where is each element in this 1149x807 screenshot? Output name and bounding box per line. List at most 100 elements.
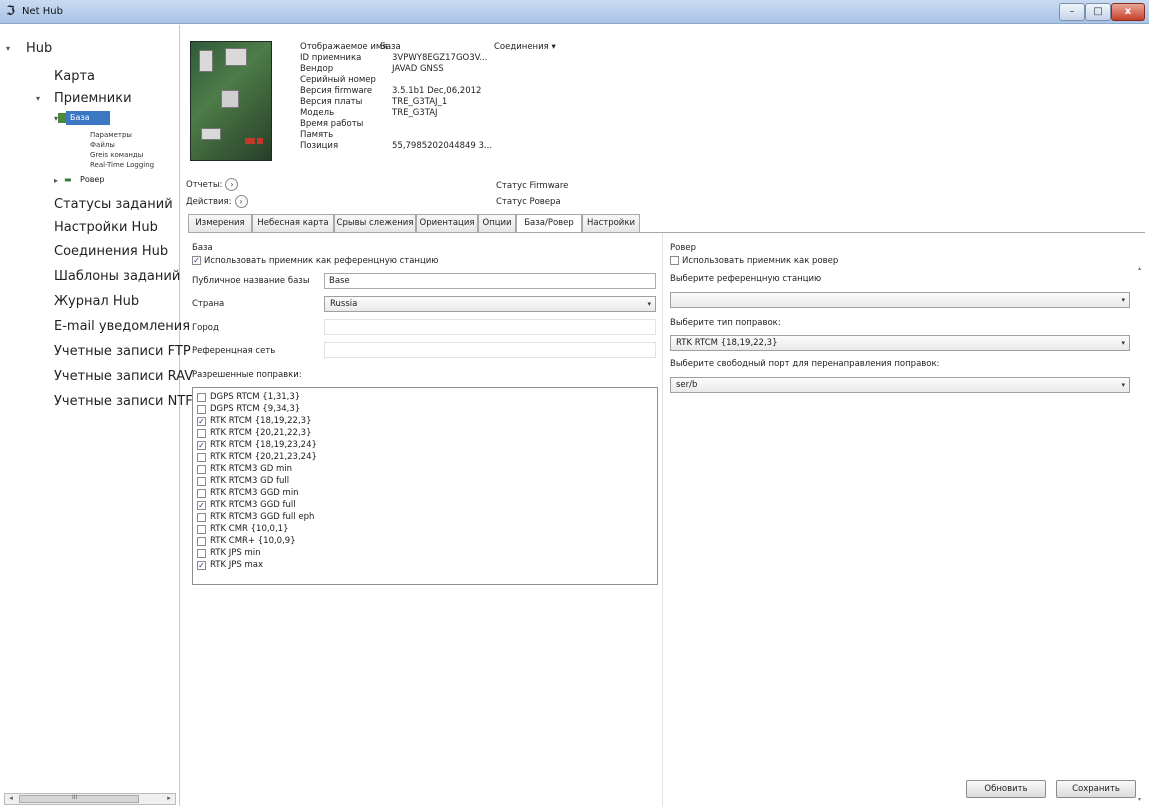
sidebar-item-realtime-logging[interactable]: Real-Time Logging xyxy=(90,161,154,169)
public-name-input[interactable]: Base xyxy=(324,273,656,289)
reports-expand-icon[interactable]: › xyxy=(225,178,239,191)
dropdown-arrow-icon[interactable]: ▾ xyxy=(647,297,651,311)
correction-checkbox[interactable] xyxy=(197,512,206,522)
sidebar-item-files[interactable]: Файлы xyxy=(90,141,115,149)
refresh-button[interactable]: Обновить xyxy=(966,780,1046,798)
use-as-reference-checkbox[interactable]: ✓ xyxy=(192,256,201,265)
correction-checkbox[interactable] xyxy=(197,488,206,498)
correction-item[interactable]: RTK CMR {10,0,1} xyxy=(197,524,288,535)
correction-checkbox[interactable] xyxy=(197,536,206,546)
correction-label: DGPS RTCM {9,34,3} xyxy=(210,404,301,414)
correction-item[interactable]: RTK JPS min xyxy=(197,548,261,559)
collapse-arrow-icon[interactable]: ▾ xyxy=(6,44,10,53)
correction-item[interactable]: RTK RTCM3 GD full xyxy=(197,476,289,487)
position-label: Позиция xyxy=(300,141,339,151)
model-value: TRE_G3TAJ xyxy=(392,108,438,118)
receiver-id-label: ID приемника xyxy=(300,53,362,63)
correction-label: RTK JPS min xyxy=(210,548,261,558)
actions-expand-icon[interactable]: › xyxy=(234,195,248,208)
use-as-rover-checkbox[interactable] xyxy=(670,256,679,265)
correction-checkbox[interactable] xyxy=(197,476,206,486)
tree-label: Hub xyxy=(26,41,53,56)
expand-arrow-icon[interactable]: ▸ xyxy=(54,176,58,185)
minimize-button[interactable]: – xyxy=(1059,3,1085,21)
free-port-select[interactable]: ser/b ▾ xyxy=(670,377,1130,393)
correction-checkbox[interactable] xyxy=(197,464,206,474)
correction-checkbox[interactable] xyxy=(197,524,206,534)
tab-sky-map[interactable]: Небесная карта xyxy=(252,214,334,232)
dropdown-arrow-icon[interactable]: ▾ xyxy=(1121,378,1125,392)
content-vertical-scrollbar[interactable]: ▴ ▾ xyxy=(1138,265,1144,803)
tab-options[interactable]: Опции xyxy=(478,214,516,232)
correction-checkbox[interactable] xyxy=(197,428,206,438)
correction-item[interactable]: DGPS RTCM {1,31,3} xyxy=(197,392,300,403)
firmware-status-label: Статус Firmware xyxy=(496,181,569,191)
country-select[interactable]: Russia ▾ xyxy=(324,296,656,312)
scrollbar-thumb[interactable]: III xyxy=(19,794,139,803)
use-as-reference-label: Использовать приемник как референцную ст… xyxy=(204,256,439,266)
correction-item[interactable]: ✓ RTK RTCM3 GGD full xyxy=(197,500,296,511)
sidebar-item-email-notifications[interactable]: E-mail уведомления xyxy=(54,319,190,334)
sidebar-item-rav-accounts[interactable]: Учетные записи RAV xyxy=(54,369,193,384)
use-as-rover-label: Использовать приемник как ровер xyxy=(682,256,839,266)
tab-base-rover[interactable]: База/Ровер xyxy=(516,214,582,233)
tab-measurements[interactable]: Измерения xyxy=(188,214,252,232)
sidebar-item-parameters[interactable]: Параметры xyxy=(90,131,132,139)
correction-item[interactable]: DGPS RTCM {9,34,3} xyxy=(197,404,300,415)
correction-checkbox[interactable] xyxy=(197,452,206,462)
base-section-title: База xyxy=(192,243,213,253)
board-chip xyxy=(225,48,247,66)
sidebar-item-hub-log[interactable]: Журнал Hub xyxy=(54,294,139,309)
correction-checkbox[interactable] xyxy=(197,404,206,414)
correction-item[interactable]: RTK RTCM3 GD min xyxy=(197,464,292,475)
sidebar-item-map[interactable]: Карта xyxy=(54,69,95,84)
dropdown-arrow-icon[interactable]: ▾ xyxy=(1121,293,1125,307)
scroll-down-icon[interactable]: ▾ xyxy=(1138,796,1141,803)
tab-orientation[interactable]: Ориентация xyxy=(416,214,478,232)
correction-checkbox[interactable]: ✓ xyxy=(197,440,206,450)
sidebar-item-ftp-accounts[interactable]: Учетные записи FTP xyxy=(54,344,191,359)
correction-item[interactable]: RTK RTCM {20,21,23,24} xyxy=(197,452,317,463)
scroll-left-icon[interactable]: ◂ xyxy=(5,794,17,804)
sidebar-item-base[interactable]: База xyxy=(66,111,110,125)
navigation-tree: ▾ Hub Карта ▾ Приемники ▾ База Параметры… xyxy=(0,25,193,806)
correction-type-select[interactable]: RTK RTCM {18,19,22,3} ▾ xyxy=(670,335,1130,351)
correction-item[interactable]: ✓ RTK RTCM {18,19,23,24} xyxy=(197,440,317,451)
save-button[interactable]: Сохранить xyxy=(1056,780,1136,798)
maximize-button[interactable]: □ xyxy=(1085,3,1111,21)
correction-item[interactable]: RTK RTCM3 GGD full eph xyxy=(197,512,314,523)
sidebar-horizontal-scrollbar[interactable]: ◂ III ▸ xyxy=(4,793,176,805)
tab-settings[interactable]: Настройки xyxy=(582,214,640,232)
reports-row: Отчеты: › xyxy=(186,178,239,191)
correction-label: RTK RTCM3 GGD min xyxy=(210,488,299,498)
correction-item[interactable]: ✓ RTK JPS max xyxy=(197,560,263,571)
city-input[interactable] xyxy=(324,319,656,335)
correction-checkbox[interactable]: ✓ xyxy=(197,416,206,426)
collapse-arrow-icon[interactable]: ▾ xyxy=(36,94,40,103)
sidebar-item-ntf-accounts[interactable]: Учетные записи NTF xyxy=(54,394,193,409)
sidebar-item-hub-settings[interactable]: Настройки Hub xyxy=(54,220,158,235)
correction-checkbox[interactable]: ✓ xyxy=(197,560,206,570)
correction-item[interactable]: RTK RTCM {20,21,22,3} xyxy=(197,428,312,439)
correction-item[interactable]: ✓ RTK RTCM {18,19,22,3} xyxy=(197,416,312,427)
close-button[interactable]: x xyxy=(1111,3,1145,21)
tab-tracking-losses[interactable]: Срывы слежения xyxy=(334,214,416,232)
scroll-right-icon[interactable]: ▸ xyxy=(163,794,175,804)
sidebar-item-task-statuses[interactable]: Статусы заданий xyxy=(54,197,173,212)
correction-item[interactable]: RTK RTCM3 GGD min xyxy=(197,488,299,499)
correction-checkbox[interactable] xyxy=(197,548,206,558)
correction-item[interactable]: RTK CMR+ {10,0,9} xyxy=(197,536,296,547)
sidebar-item-hub-connections[interactable]: Соединения Hub xyxy=(54,244,168,259)
correction-checkbox[interactable]: ✓ xyxy=(197,500,206,510)
reference-network-input[interactable] xyxy=(324,342,656,358)
sidebar-item-task-templates[interactable]: Шаблоны заданий xyxy=(54,269,180,284)
scroll-up-icon[interactable]: ▴ xyxy=(1138,265,1141,272)
reference-station-select[interactable]: ▾ xyxy=(670,292,1130,308)
correction-checkbox[interactable] xyxy=(197,392,206,402)
receiver-id-value: 3VPWY8EGZ17GO3V... xyxy=(392,53,488,63)
correction-label: RTK RTCM {20,21,23,24} xyxy=(210,452,317,462)
sidebar-item-greis-commands[interactable]: Greis команды xyxy=(90,151,143,159)
dropdown-arrow-icon[interactable]: ▾ xyxy=(1121,336,1125,350)
connections-dropdown[interactable]: Соединения ▾ xyxy=(494,42,556,52)
tree-label: Ровер xyxy=(80,175,105,184)
